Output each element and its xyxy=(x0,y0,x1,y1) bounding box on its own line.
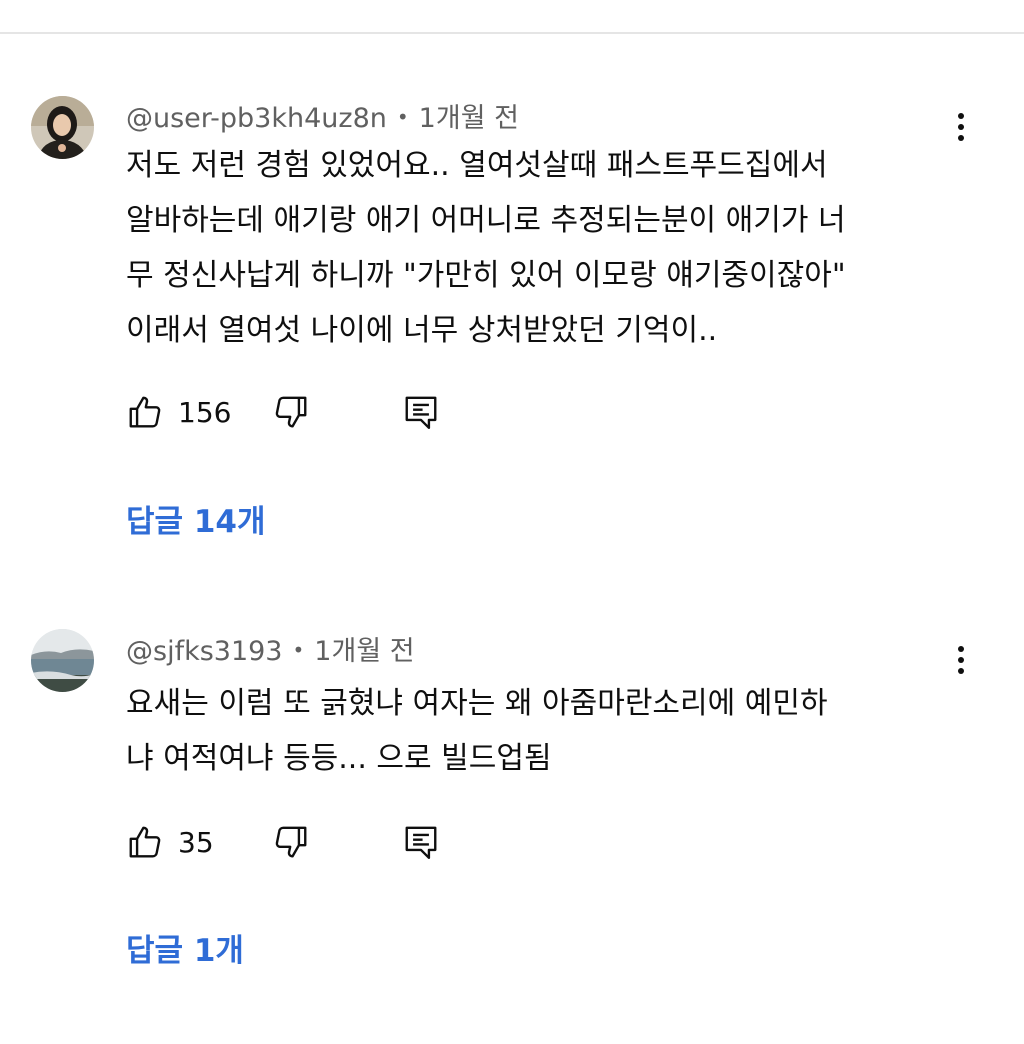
meta-separator: • xyxy=(396,105,409,129)
username[interactable]: @user-pb3kh4uz8n xyxy=(126,103,387,134)
dislike-button[interactable] xyxy=(272,820,310,864)
top-divider xyxy=(0,32,1024,34)
like-button[interactable]: 35 xyxy=(126,820,214,864)
timestamp: 1개월 전 xyxy=(418,103,519,134)
comment-text: 저도 저런 경험 있었어요.. 열여섯살때 패스트푸드집에서 알바하는데 애기랑… xyxy=(126,138,956,358)
reply-comment-icon xyxy=(405,396,437,430)
comment-actions: 35 xyxy=(126,820,486,864)
reply-button[interactable] xyxy=(402,390,440,434)
comment-text-line: 요새는 이럼 또 긁혔냐 여자는 왜 아줌마란소리에 예민하 xyxy=(126,686,828,721)
comment-text: 요새는 이럼 또 긁혔냐 여자는 왜 아줌마란소리에 예민하 냐 여적여냐 등등… xyxy=(126,676,956,786)
dislike-button[interactable] xyxy=(272,390,310,434)
comment-meta: @user-pb3kh4uz8n • 1개월 전 xyxy=(126,100,519,136)
view-replies-button[interactable]: 답글 14개 xyxy=(126,502,266,542)
view-replies-button[interactable]: 답글 1개 xyxy=(126,931,244,971)
thumbs-down-icon xyxy=(275,396,307,428)
like-count: 156 xyxy=(178,395,232,429)
comment-actions: 156 xyxy=(126,390,486,434)
username[interactable]: @sjfks3193 xyxy=(126,636,283,667)
thumbs-up-icon xyxy=(129,396,161,428)
reply-comment-icon xyxy=(405,826,437,860)
thumbs-down-icon xyxy=(275,826,307,858)
comment-text-line: 무 정신사납게 하니까 "가만히 있어 이모랑 얘기중이잖아" xyxy=(126,258,846,293)
avatar-seascape-photo-icon xyxy=(31,629,94,692)
comment-text-line: 저도 저런 경험 있었어요.. 열여섯살때 패스트푸드집에서 xyxy=(126,148,828,183)
like-button[interactable]: 156 xyxy=(126,390,231,434)
avatar[interactable] xyxy=(31,96,94,159)
meta-separator: • xyxy=(292,638,305,662)
like-count: 35 xyxy=(178,825,214,859)
comment-text-line: 이래서 열여섯 나이에 너무 상처받았던 기억이.. xyxy=(126,313,718,348)
reply-button[interactable] xyxy=(402,820,440,864)
comment-text-line: 알바하는데 애기랑 애기 어머니로 추정되는분이 애기가 너 xyxy=(126,203,846,238)
avatar-woman-photo-icon xyxy=(31,96,94,159)
avatar[interactable] xyxy=(31,629,94,692)
timestamp: 1개월 전 xyxy=(314,636,415,667)
comment-text-line: 냐 여적여냐 등등... 으로 빌드업됨 xyxy=(126,741,552,776)
thumbs-up-icon xyxy=(129,826,161,858)
comment-meta: @sjfks3193 • 1개월 전 xyxy=(126,633,415,669)
